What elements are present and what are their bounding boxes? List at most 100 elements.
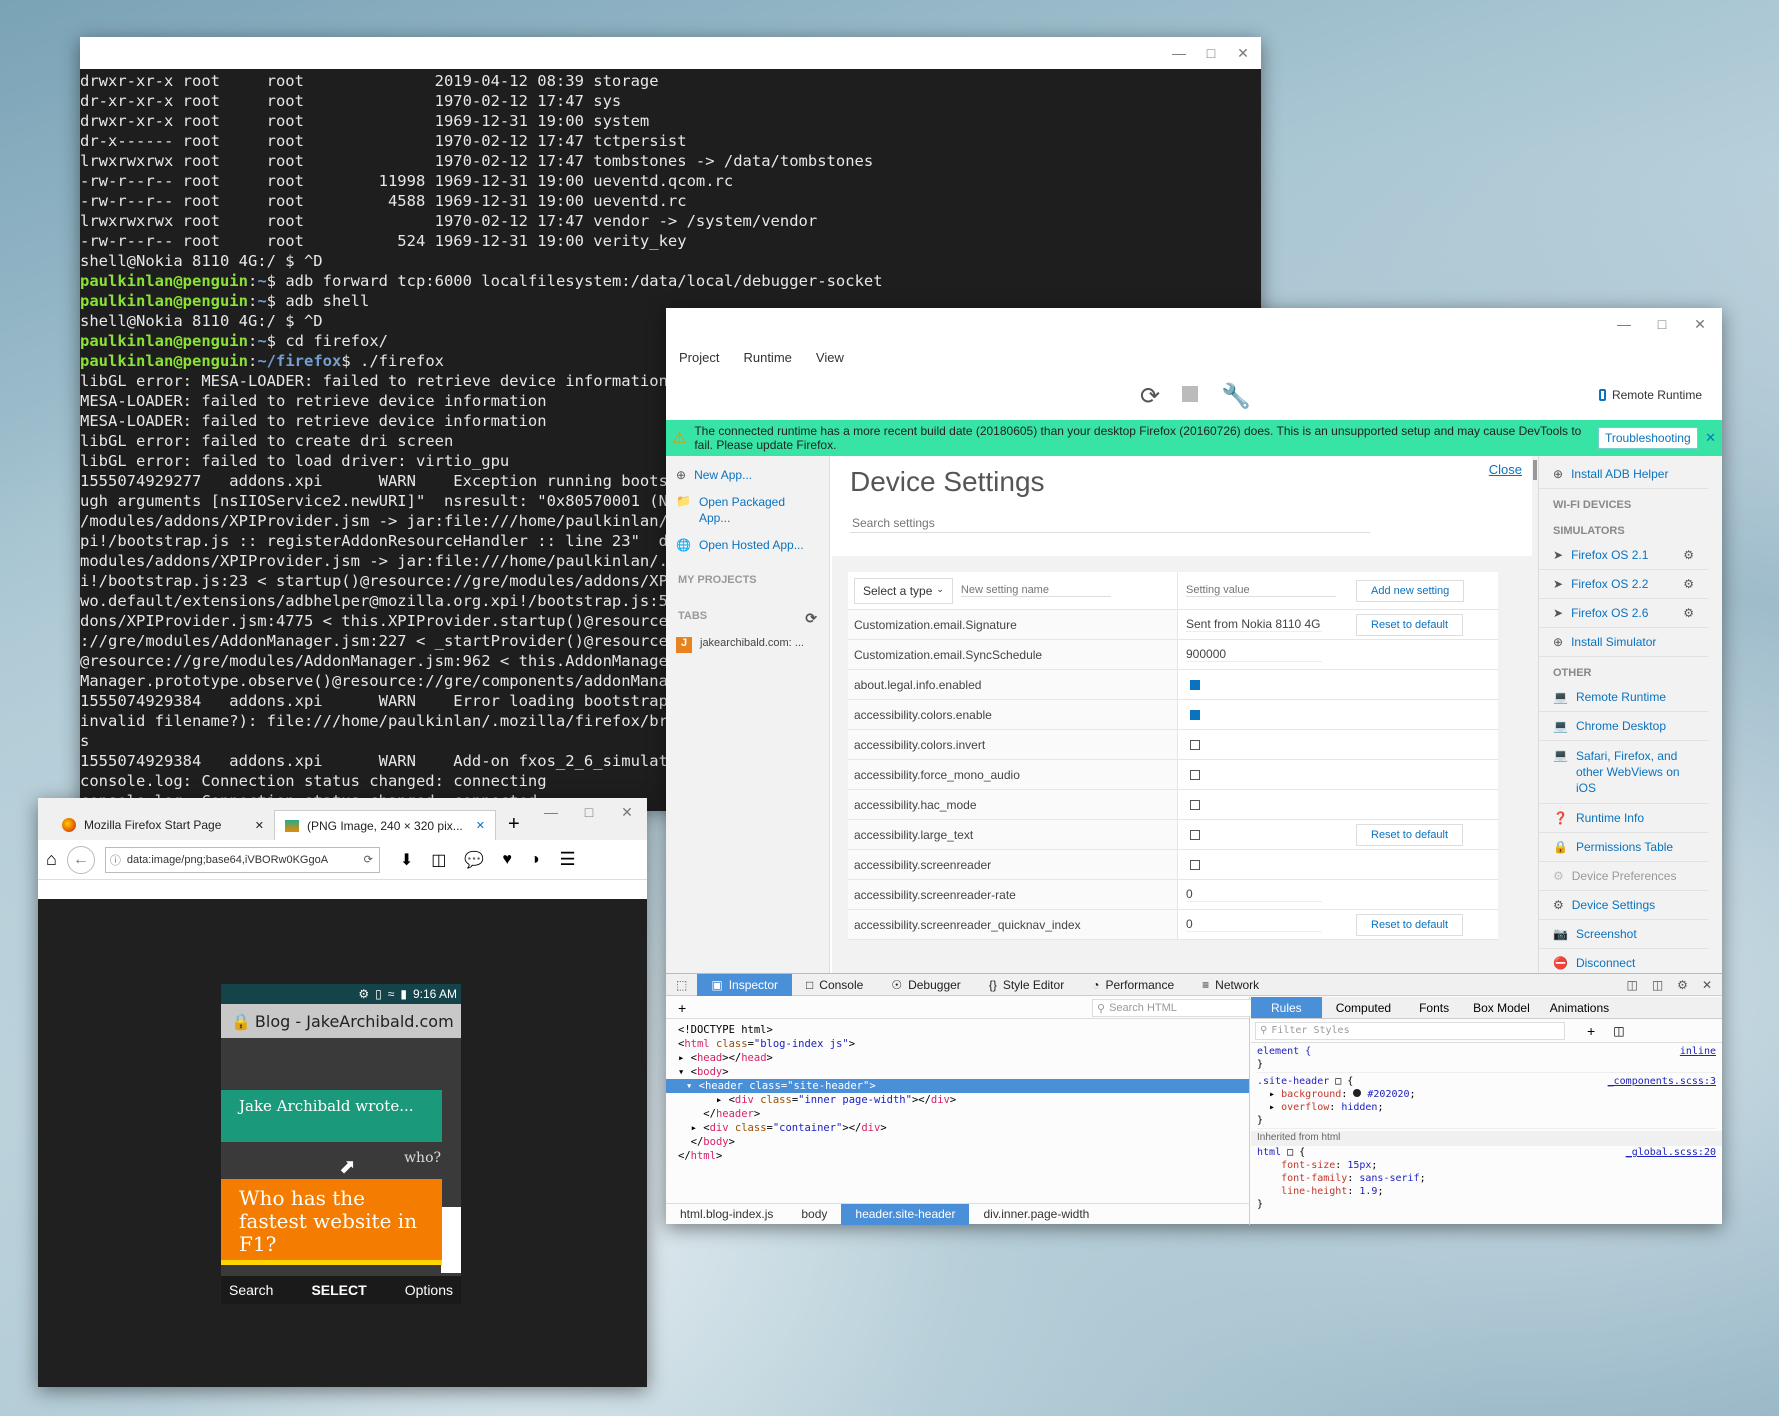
permissions-table-item[interactable]: 🔒 Permissions Table	[1539, 833, 1708, 862]
setting-value[interactable]: Sent from Nokia 8110 4G	[1186, 617, 1322, 632]
type-select[interactable]: Select a type ⌄	[854, 577, 953, 604]
tab-network[interactable]: ≡ Network	[1188, 974, 1273, 996]
close-icon[interactable]: ✕	[1235, 45, 1251, 62]
remote-runtime-item[interactable]: 💻 Remote Runtime	[1539, 683, 1708, 712]
maximize-icon[interactable]: □	[581, 804, 597, 820]
new-tab-icon[interactable]: +	[496, 813, 532, 840]
filter-styles-field[interactable]: ⚲ Filter Styles	[1255, 1021, 1565, 1040]
setting-checkbox[interactable]	[1190, 769, 1200, 780]
tab-console[interactable]: □ Console	[792, 974, 877, 996]
post-card-teal[interactable]: Jake Archibald wrote...	[221, 1090, 442, 1142]
color-swatch[interactable]	[1353, 1089, 1362, 1097]
crumb[interactable]: body	[787, 1204, 841, 1225]
pseudo-class-icon[interactable]: ◫	[1613, 1024, 1624, 1038]
close-tab-icon[interactable]: ✕	[476, 819, 485, 832]
reset-to-default-button[interactable]: Reset to default	[1356, 913, 1464, 936]
device-settings-item[interactable]: ⚙ Device Settings	[1539, 891, 1708, 920]
crumb-selected[interactable]: header.site-header	[841, 1204, 970, 1225]
softkey-right[interactable]: Options	[405, 1282, 453, 1298]
banner-close-icon[interactable]: ✕	[1705, 430, 1716, 446]
tab-debugger[interactable]: ☉ Debugger	[877, 974, 974, 996]
rule-source[interactable]: _components.scss:3	[1608, 1075, 1716, 1088]
maximize-icon[interactable]: □	[1203, 45, 1219, 61]
setting-checkbox[interactable]	[1190, 679, 1200, 690]
pocket-icon[interactable]: ♥	[502, 851, 512, 869]
sim-item[interactable]: ➤ Firefox OS 2.6 ⚙	[1539, 599, 1708, 628]
reload-icon[interactable]: ⟳	[364, 853, 379, 866]
device-preferences-item[interactable]: ⚙ Device Preferences	[1539, 862, 1708, 891]
close-icon[interactable]: ✕	[619, 804, 635, 821]
tab-start-page[interactable]: Mozilla Firefox Start Page ✕	[52, 810, 274, 840]
chrome-desktop-item[interactable]: 💻 Chrome Desktop	[1539, 712, 1708, 741]
rules-list[interactable]: element {inline} .site-header □ {_compone…	[1251, 1043, 1722, 1213]
rule-source[interactable]: _global.scss:20	[1626, 1146, 1716, 1159]
tab-fonts[interactable]: Fonts	[1405, 997, 1463, 1018]
tab-box-model[interactable]: Box Model	[1463, 997, 1540, 1018]
hamburger-menu-icon[interactable]: ☰	[560, 849, 576, 870]
gear-icon[interactable]: ⚙	[1683, 548, 1694, 562]
menu-project[interactable]: Project	[679, 350, 719, 365]
add-node-icon[interactable]: +	[678, 1000, 686, 1016]
gear-icon[interactable]: ⚙	[1683, 606, 1694, 620]
reset-to-default-button[interactable]: Reset to default	[1356, 823, 1464, 846]
markup-tree[interactable]: <!DOCTYPE html> <html class="blog-index j…	[666, 1019, 1249, 1163]
install-simulator-button[interactable]: ⊕ Install Simulator	[1539, 628, 1708, 657]
setting-value[interactable]: 0	[1186, 887, 1322, 902]
search-html-field[interactable]: ⚲ Search HTML	[1092, 999, 1267, 1017]
tab-computed[interactable]: Computed	[1322, 997, 1405, 1018]
post-card-orange[interactable]: Who has the fastest website in F1?	[221, 1179, 442, 1265]
chat-icon[interactable]: 💬	[464, 850, 484, 870]
install-adb-button[interactable]: ⊕ Install ADB Helper	[1539, 460, 1708, 489]
download-icon[interactable]: ⬇	[400, 850, 413, 870]
stop-icon[interactable]	[1182, 386, 1198, 402]
tab-style-editor[interactable]: {} Style Editor	[975, 974, 1078, 996]
setting-checkbox[interactable]	[1190, 739, 1200, 750]
add-rule-icon[interactable]: +	[1587, 1023, 1595, 1039]
new-app-button[interactable]: ⊕ New App...	[666, 462, 829, 488]
split-console-icon[interactable]: ◫	[1652, 978, 1663, 992]
home-icon[interactable]: ⌂	[46, 849, 57, 870]
gear-icon[interactable]: ⚙	[1683, 577, 1694, 591]
close-devtools-icon[interactable]: ✕	[1702, 978, 1712, 992]
wrench-icon[interactable]: 🔧	[1221, 382, 1251, 411]
tab-png-image[interactable]: (PNG Image, 240 × 320 pix... ✕	[274, 810, 496, 840]
settings-gear-icon[interactable]: ⚙	[1677, 978, 1688, 992]
dock-icon[interactable]: ◫	[1626, 978, 1637, 992]
tab-performance[interactable]: ◔ Performance	[1078, 974, 1188, 996]
search-settings-input[interactable]	[850, 514, 1370, 533]
sync-icon[interactable]: ◑	[530, 851, 540, 869]
back-icon[interactable]: ←	[66, 845, 95, 874]
minimize-icon[interactable]: —	[1171, 45, 1187, 61]
menu-runtime[interactable]: Runtime	[743, 350, 791, 365]
close-link[interactable]: Close	[1489, 462, 1522, 477]
open-packaged-button[interactable]: 📁 Open Packaged App...	[666, 488, 829, 532]
sim-item[interactable]: ➤ Firefox OS 2.1 ⚙	[1539, 541, 1708, 570]
reload-icon[interactable]: ⟳	[1140, 382, 1160, 411]
runtime-info-item[interactable]: ❓ Runtime Info	[1539, 804, 1708, 833]
crumb[interactable]: html.blog-index.js	[666, 1204, 787, 1225]
add-new-setting-button[interactable]: Add new setting	[1356, 579, 1465, 602]
ios-webviews-item[interactable]: 💻 Safari, Firefox, and other WebViews on …	[1539, 741, 1708, 804]
minimize-icon[interactable]: —	[543, 804, 559, 820]
runtime-button[interactable]: Remote Runtime	[1598, 388, 1702, 402]
setting-checkbox[interactable]	[1190, 829, 1200, 840]
scrollbar-thumb[interactable]	[1533, 460, 1537, 480]
close-tab-icon[interactable]: ✕	[255, 819, 264, 832]
picker-icon[interactable]: ⬚	[666, 978, 697, 992]
screenshot-item[interactable]: 📷 Screenshot	[1539, 920, 1708, 949]
tab-inspector[interactable]: ▣ Inspector	[697, 973, 793, 996]
setting-checkbox[interactable]	[1190, 859, 1200, 870]
tab-item[interactable]: J jakearchibald.com: ...	[666, 631, 829, 659]
crumb[interactable]: div.inner.page-width	[969, 1204, 1103, 1225]
reset-to-default-button[interactable]: Reset to default	[1356, 613, 1464, 636]
open-hosted-button[interactable]: 🌐 Open Hosted App...	[666, 532, 829, 558]
inline-source[interactable]: inline	[1680, 1045, 1716, 1058]
sim-item[interactable]: ➤ Firefox OS 2.2 ⚙	[1539, 570, 1708, 599]
minimize-icon[interactable]: —	[1616, 316, 1632, 332]
setting-checkbox[interactable]	[1190, 709, 1200, 720]
menu-view[interactable]: View	[816, 350, 844, 365]
tab-animations[interactable]: Animations	[1540, 997, 1619, 1018]
setting-value[interactable]: 900000	[1186, 647, 1322, 662]
setting-value[interactable]: 0	[1186, 917, 1322, 932]
troubleshooting-button[interactable]: Troubleshooting	[1598, 427, 1698, 449]
